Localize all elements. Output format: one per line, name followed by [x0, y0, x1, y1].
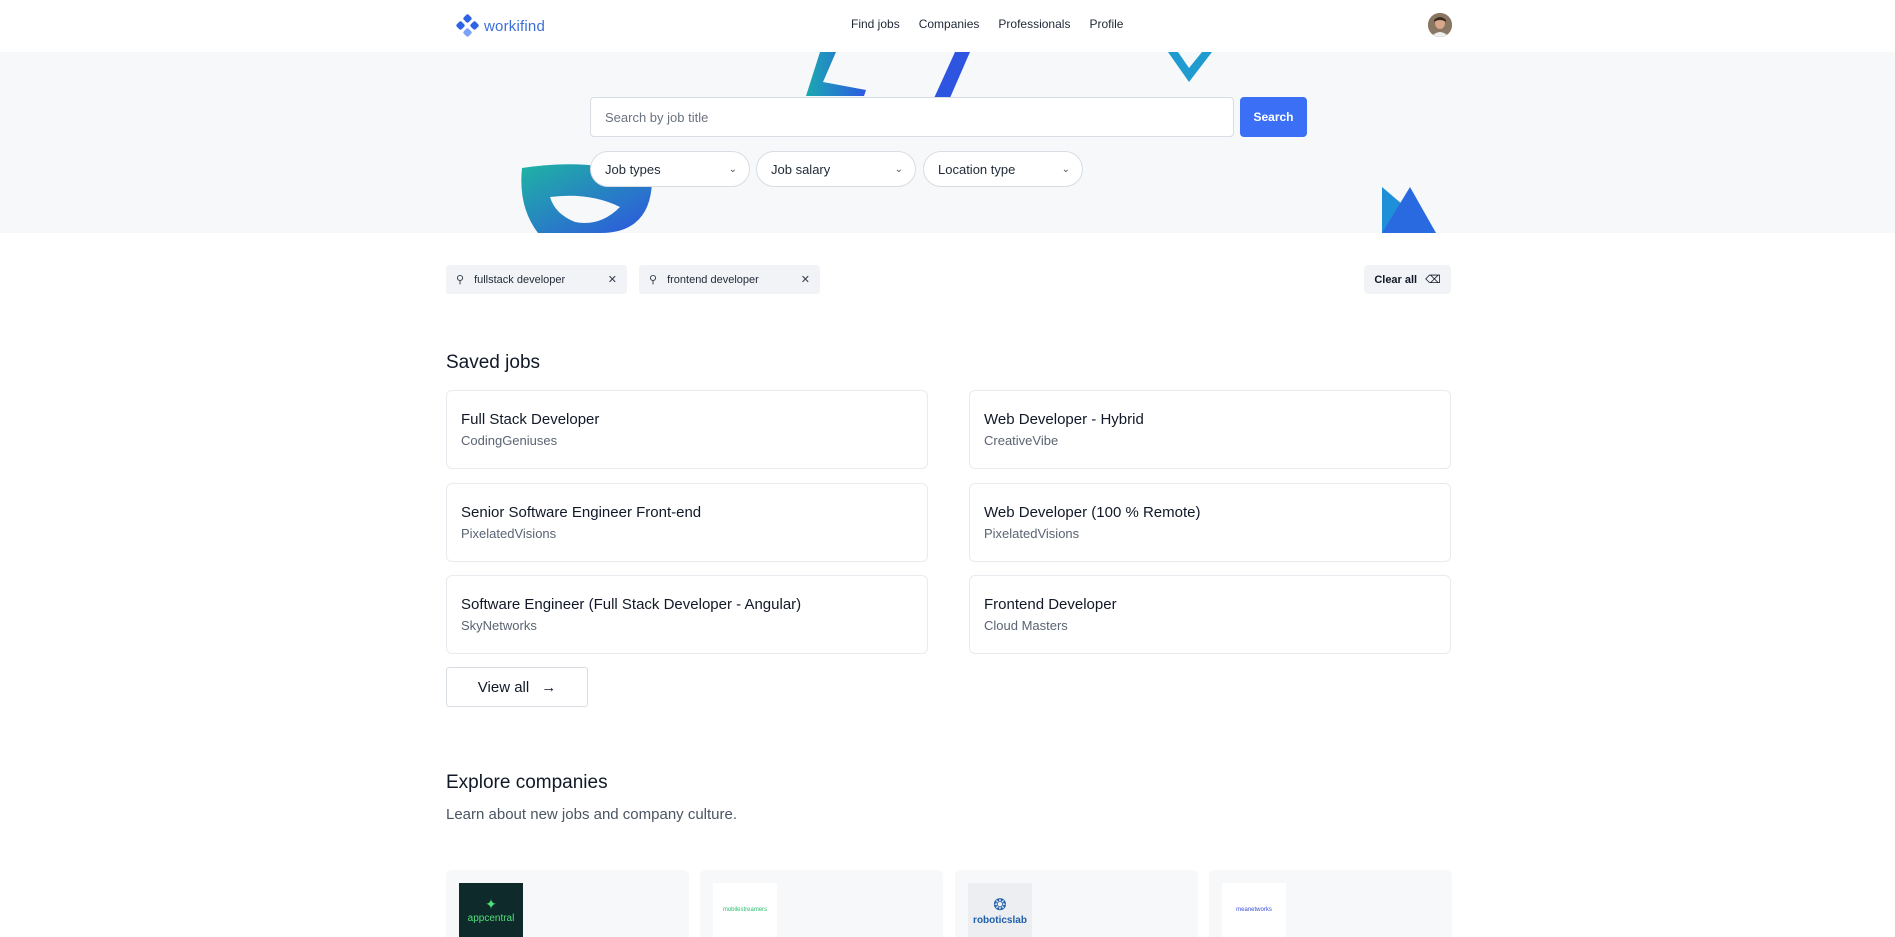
search-icon: ⚲ — [649, 274, 658, 286]
job-company: Cloud Masters — [984, 618, 1068, 633]
company-card[interactable]: mobilestreamers — [700, 870, 943, 937]
company-card[interactable]: meanetworks — [1209, 870, 1452, 937]
user-photo-icon — [1428, 13, 1452, 37]
job-card[interactable]: Web Developer - Hybrid CreativeVibe — [969, 390, 1451, 469]
clear-all-label: Clear all — [1374, 273, 1418, 286]
arrow-right-icon: → — [541, 678, 557, 696]
job-card[interactable]: Web Developer (100 % Remote) PixelatedVi… — [969, 483, 1451, 562]
job-company: PixelatedVisions — [984, 526, 1080, 541]
explore-companies-title: Explore companies — [446, 772, 608, 793]
job-company: CreativeVibe — [984, 433, 1059, 448]
nav-companies[interactable]: Companies — [919, 17, 980, 31]
chevron-down-icon: ⌄ — [894, 163, 903, 175]
job-card[interactable]: Full Stack Developer CodingGeniuses — [446, 390, 928, 469]
close-icon[interactable]: ✕ — [801, 273, 810, 286]
nav-profile[interactable]: Profile — [1089, 17, 1123, 31]
chevron-down-icon: ⌄ — [1061, 163, 1070, 175]
view-all-label: View all — [477, 678, 530, 696]
nav-professionals[interactable]: Professionals — [998, 17, 1070, 31]
decorative-shapes — [521, 52, 1436, 233]
job-types-filter[interactable]: Job types ⌄ — [590, 151, 750, 187]
job-company: CodingGeniuses — [461, 433, 558, 448]
view-all-button[interactable]: View all → — [446, 667, 588, 707]
job-company: SkyNetworks — [461, 618, 537, 633]
company-card[interactable]: ❂ roboticslab — [955, 870, 1198, 937]
job-title-search-input[interactable] — [590, 97, 1234, 137]
company-logo: mobilestreamers — [713, 883, 777, 937]
job-card[interactable]: Senior Software Engineer Front-end Pixel… — [446, 483, 928, 562]
workifind-logo-icon — [456, 14, 479, 37]
brand-logo[interactable]: workifind — [456, 14, 545, 38]
job-title: Web Developer - Hybrid — [984, 411, 1144, 428]
search-chip-label: frontend developer — [667, 273, 759, 286]
company-logo-text: appcentral — [467, 913, 515, 924]
company-logo-text: roboticslab — [973, 914, 1027, 926]
job-title: Frontend Developer — [984, 596, 1117, 613]
search-chip[interactable]: ⚲ frontend developer ✕ — [639, 265, 820, 294]
job-salary-label: Job salary — [771, 161, 831, 177]
chevron-down-icon: ⌄ — [728, 163, 737, 175]
top-navigation-bar: workifind Find jobs Companies Profession… — [0, 0, 1895, 52]
location-type-filter[interactable]: Location type ⌄ — [923, 151, 1083, 187]
company-logo: ✦ appcentral — [459, 883, 523, 937]
main-nav: Find jobs Companies Professionals Profil… — [851, 17, 1142, 31]
search-chip-label: fullstack developer — [474, 273, 566, 286]
job-title: Senior Software Engineer Front-end — [461, 504, 702, 521]
company-logo: ❂ roboticslab — [968, 883, 1032, 937]
eraser-icon: ⌫ — [1425, 274, 1441, 286]
company-logo-text: mobilestreamers — [722, 907, 768, 913]
location-type-label: Location type — [938, 161, 1016, 177]
explore-companies-subtitle: Learn about new jobs and company culture… — [446, 806, 738, 823]
nav-find-jobs[interactable]: Find jobs — [851, 17, 900, 31]
robot-network-icon: ❂ — [993, 896, 1007, 914]
job-card[interactable]: Frontend Developer Cloud Masters — [969, 575, 1451, 654]
company-card[interactable]: ✦ appcentral — [446, 870, 689, 937]
close-icon[interactable]: ✕ — [608, 273, 617, 286]
company-logo-text: meanetworks — [1236, 907, 1272, 913]
job-card[interactable]: Software Engineer (Full Stack Developer … — [446, 575, 928, 654]
search-icon: ⚲ — [456, 274, 465, 286]
job-title: Web Developer (100 % Remote) — [984, 504, 1201, 521]
company-logo: meanetworks — [1222, 883, 1286, 937]
search-button[interactable]: Search — [1240, 97, 1307, 137]
brand-name: workifind — [484, 17, 545, 35]
app-logo-icon: ✦ — [485, 896, 497, 912]
job-salary-filter[interactable]: Job salary ⌄ — [756, 151, 916, 187]
search-chip[interactable]: ⚲ fullstack developer ✕ — [446, 265, 627, 294]
job-types-label: Job types — [605, 161, 661, 177]
hero-search-area: Search Job types ⌄ Job salary ⌄ Location… — [0, 52, 1895, 233]
job-title: Full Stack Developer — [461, 411, 600, 428]
saved-jobs-title: Saved jobs — [446, 352, 541, 373]
user-avatar[interactable] — [1428, 13, 1452, 37]
job-title: Software Engineer (Full Stack Developer … — [461, 596, 802, 613]
clear-all-button[interactable]: Clear all ⌫ — [1364, 265, 1451, 294]
job-company: PixelatedVisions — [461, 526, 557, 541]
